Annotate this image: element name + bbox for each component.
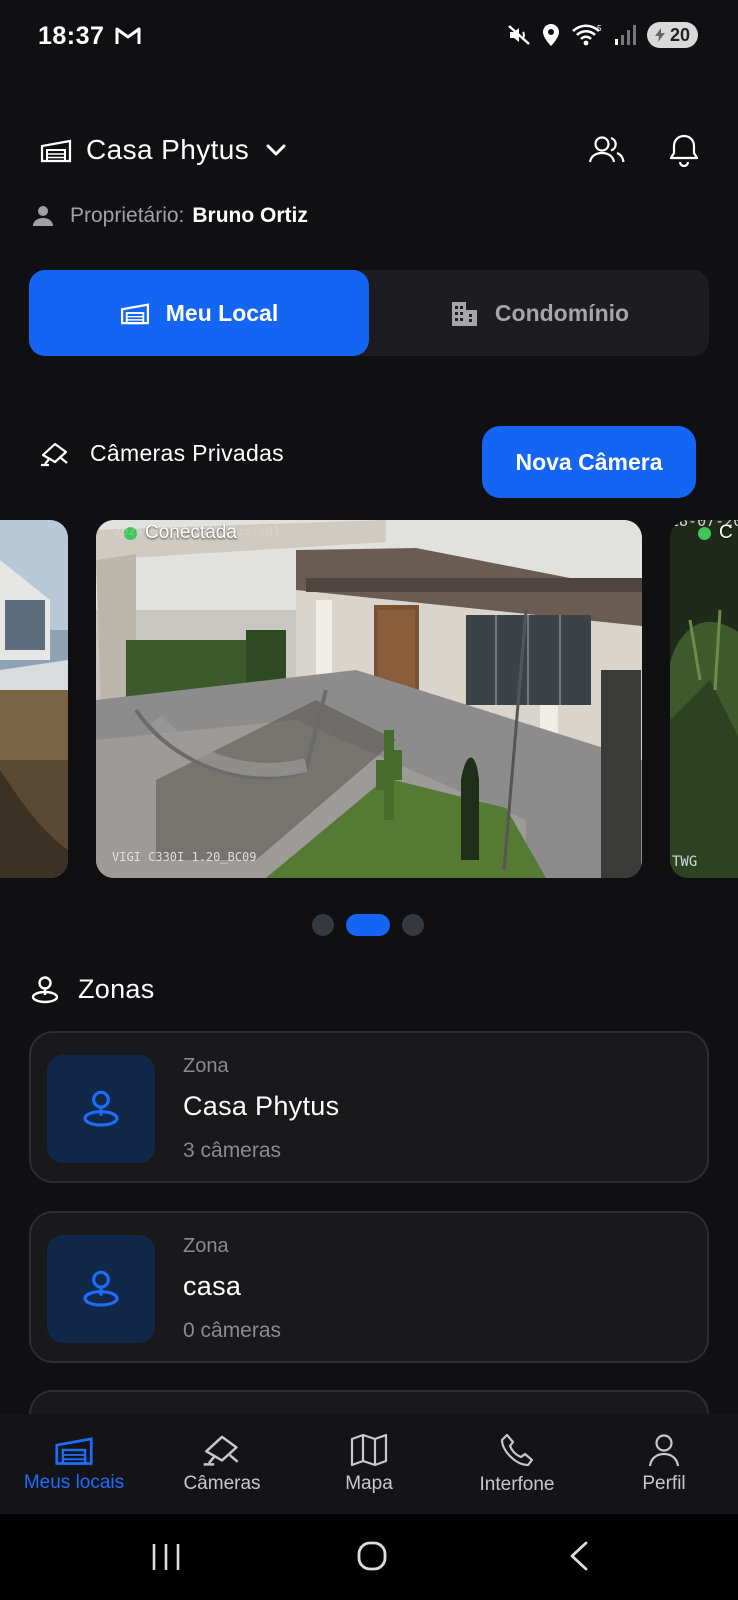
chevron-down-icon bbox=[266, 144, 286, 156]
zone-card[interactable]: Zona casa 0 câmeras bbox=[29, 1211, 709, 1363]
private-cameras-title: Câmeras Privadas bbox=[40, 440, 284, 467]
owner-line: Proprietário: Bruno Ortiz bbox=[32, 204, 308, 228]
nav-meus-locais[interactable]: Meus locais bbox=[0, 1414, 148, 1514]
tab-meu-local[interactable]: Meu Local bbox=[29, 270, 369, 356]
zone-label: Zona bbox=[183, 1235, 229, 1257]
apartment-building-icon bbox=[451, 302, 477, 326]
private-cameras-label: Câmeras Privadas bbox=[90, 440, 284, 466]
pager-dot[interactable] bbox=[312, 914, 334, 936]
back-icon[interactable] bbox=[566, 1540, 592, 1572]
camera-card-previous[interactable] bbox=[0, 520, 68, 878]
building-icon bbox=[40, 139, 72, 163]
zone-name: casa bbox=[183, 1271, 242, 1301]
nav-cameras-label: Câmeras bbox=[183, 1473, 261, 1494]
owner-label: Proprietário: bbox=[70, 204, 185, 227]
camera-feed-image bbox=[96, 520, 642, 878]
owner-name: Bruno Ortiz bbox=[192, 204, 308, 227]
camera-icon bbox=[41, 442, 68, 466]
recent-apps-icon[interactable] bbox=[150, 1542, 182, 1572]
nav-mapa-label: Mapa bbox=[345, 1473, 393, 1494]
signal-icon bbox=[614, 25, 636, 45]
header-actions bbox=[588, 126, 700, 174]
tab-condominio[interactable]: Condomínio bbox=[369, 270, 709, 356]
nav-cameras[interactable]: Câmeras bbox=[148, 1414, 296, 1514]
camera-status: C bbox=[698, 522, 733, 544]
zone-name: Casa Phytus bbox=[183, 1091, 340, 1121]
pager-dot[interactable] bbox=[402, 914, 424, 936]
wifi-icon: 5 bbox=[572, 24, 602, 46]
status-time: 18:37 bbox=[38, 22, 105, 50]
zone-pin-icon bbox=[83, 1090, 119, 1127]
nav-mapa[interactable]: Mapa bbox=[295, 1414, 443, 1514]
building-icon bbox=[55, 1437, 93, 1465]
status-bar: 18:37 5 20 bbox=[0, 0, 738, 76]
users-icon[interactable] bbox=[588, 135, 626, 165]
zone-camera-count: 3 câmeras bbox=[183, 1139, 282, 1162]
camera-osd-name: TWG bbox=[672, 854, 698, 870]
status-icons: 5 20 bbox=[507, 22, 698, 48]
zone-label: Zona bbox=[183, 1055, 229, 1077]
location-icon bbox=[542, 24, 559, 46]
zone-pin-icon bbox=[83, 1270, 119, 1307]
nav-perfil[interactable]: Perfil bbox=[590, 1414, 738, 1514]
status-dot bbox=[698, 526, 711, 540]
new-camera-button[interactable]: Nova Câmera bbox=[482, 426, 696, 498]
building-icon bbox=[120, 303, 149, 325]
private-cameras-header: Câmeras Privadas Nova Câmera bbox=[40, 426, 696, 498]
carousel-pager bbox=[312, 914, 424, 936]
person-icon bbox=[33, 206, 53, 226]
home-icon[interactable] bbox=[356, 1540, 388, 1572]
header: Casa Phytus bbox=[40, 126, 700, 174]
camera-status-label: C bbox=[719, 522, 733, 543]
place-name: Casa Phytus bbox=[86, 134, 250, 165]
camera-icon bbox=[203, 1435, 239, 1466]
zone-pin-icon bbox=[31, 975, 59, 1003]
camera-carousel[interactable]: Conectada 2024-07-20 Sat 18:37:01 VIGI C… bbox=[0, 520, 738, 878]
gmail-icon bbox=[115, 27, 141, 44]
phone-icon bbox=[500, 1433, 534, 1467]
zone-icon-box bbox=[47, 1235, 155, 1343]
nav-interfone[interactable]: Interfone bbox=[443, 1414, 591, 1514]
nav-perfil-label: Perfil bbox=[642, 1473, 686, 1494]
location-segment-control: Meu Local Condomínio bbox=[29, 270, 709, 356]
battery-level: 20 bbox=[669, 24, 690, 45]
zones-title: Zonas bbox=[78, 974, 155, 1004]
camera-card-next[interactable]: 18-07-20 C TWG bbox=[670, 520, 738, 878]
bell-icon[interactable] bbox=[668, 133, 700, 167]
camera-osd-name: VIGI C330I 1.20_BC09 bbox=[112, 850, 257, 864]
tab-condominio-label: Condomínio bbox=[494, 299, 630, 326]
system-navigation-bar bbox=[0, 1514, 738, 1600]
zone-card[interactable]: Zona Casa Phytus 3 câmeras bbox=[29, 1031, 709, 1183]
place-selector[interactable]: Casa Phytus bbox=[40, 126, 289, 174]
svg-text:5: 5 bbox=[597, 24, 602, 33]
tab-meu-local-label: Meu Local bbox=[165, 299, 279, 326]
mute-icon bbox=[508, 25, 530, 45]
nav-interfone-label: Interfone bbox=[479, 1474, 555, 1495]
camera-osd-timestamp: 2024-07-20 Sat 18:37:01 bbox=[114, 524, 281, 538]
battery-indicator: 20 bbox=[646, 22, 698, 48]
camera-feed-image bbox=[670, 520, 738, 878]
zones-header: Zonas bbox=[30, 974, 155, 1005]
nav-meus-locais-label: Meus locais bbox=[23, 1472, 125, 1493]
zone-icon-box bbox=[47, 1055, 155, 1163]
camera-feed-image bbox=[0, 520, 68, 878]
bottom-nav: Meus locais Câmeras Mapa Interfone Perfi… bbox=[0, 1414, 738, 1514]
camera-card-active[interactable]: Conectada 2024-07-20 Sat 18:37:01 VIGI C… bbox=[96, 520, 642, 878]
pager-dot-active[interactable] bbox=[346, 914, 390, 936]
zone-camera-count: 0 câmeras bbox=[183, 1319, 282, 1342]
map-icon bbox=[350, 1433, 388, 1467]
user-icon bbox=[648, 1434, 680, 1467]
battery-saver-icon bbox=[654, 28, 665, 42]
